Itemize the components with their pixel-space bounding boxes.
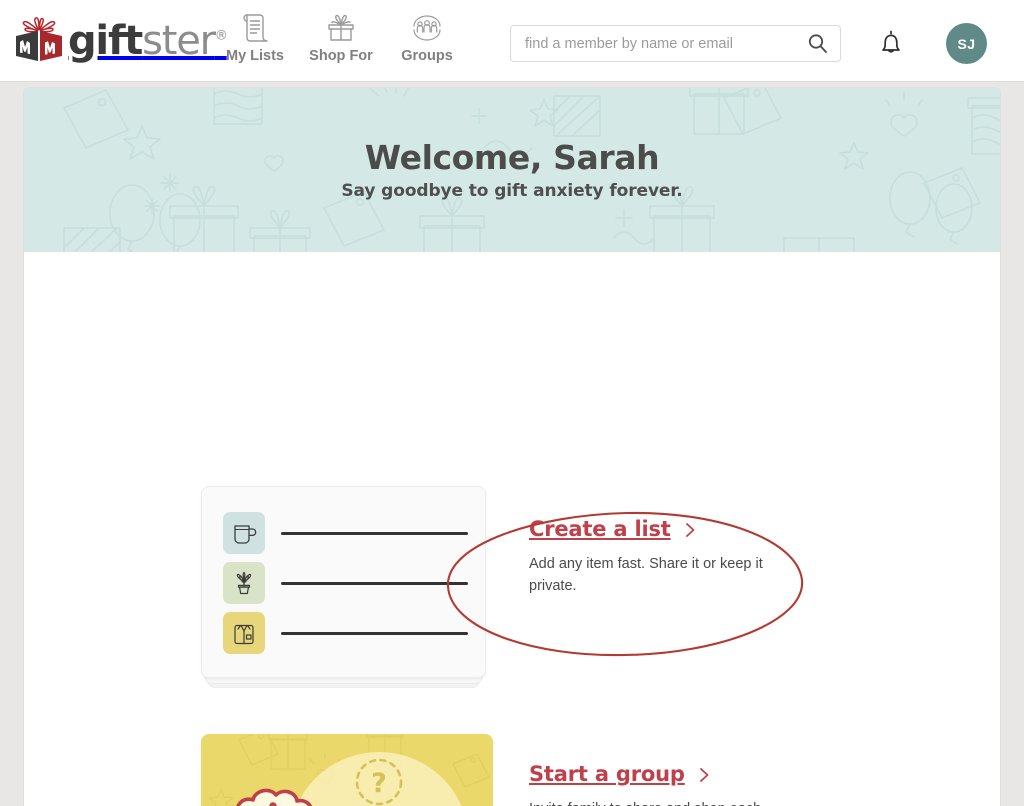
shirt-icon-tile xyxy=(223,612,265,654)
list-line xyxy=(281,631,468,635)
page-panel: Welcome, Sarah Say goodbye to gift anxie… xyxy=(24,88,1000,806)
gift-box-logo-icon xyxy=(16,17,62,62)
group-characters: ? xyxy=(236,752,462,806)
search-input[interactable] xyxy=(511,26,796,61)
list-row xyxy=(223,511,468,555)
create-list-label: Create a list xyxy=(529,517,671,541)
gift-characters-illustration[interactable]: ? xyxy=(201,734,493,806)
search-button[interactable] xyxy=(804,31,832,57)
start-group-description: Invite family to share and shop each oth… xyxy=(529,798,804,806)
chevron-right-icon xyxy=(699,767,709,782)
logo-text-gift: gift xyxy=(68,18,143,64)
people-group-icon xyxy=(384,10,470,44)
start-group-link[interactable]: Start a group xyxy=(529,764,804,785)
brand-logo[interactable]: giftster® xyxy=(12,14,228,68)
notepad-list-illustration[interactable] xyxy=(201,486,486,691)
list-rows xyxy=(201,486,486,678)
mug-icon-tile xyxy=(223,512,265,554)
list-row xyxy=(223,561,468,605)
main-nav: My Lists Shop For Groups xyxy=(212,10,470,64)
logo-text-ster: ster xyxy=(142,18,216,64)
list-line xyxy=(281,581,468,585)
hero-content: Welcome, Sarah Say goodbye to gift anxie… xyxy=(24,88,1000,252)
welcome-hero: Welcome, Sarah Say goodbye to gift anxie… xyxy=(24,88,1000,252)
chevron-right-icon xyxy=(685,522,694,537)
scroll-list-icon xyxy=(212,10,298,44)
potted-plant-icon xyxy=(236,571,252,595)
member-search xyxy=(510,25,841,62)
avatar[interactable]: SJ xyxy=(946,23,987,64)
svg-text:?: ? xyxy=(371,768,387,799)
search-icon xyxy=(808,34,827,53)
hero-subtitle: Say goodbye to gift anxiety forever. xyxy=(341,180,683,201)
list-row xyxy=(223,611,468,655)
nav-label-my-lists: My Lists xyxy=(225,48,284,64)
bell-icon xyxy=(882,30,900,53)
gift-box-icon xyxy=(298,10,384,44)
plant-icon-tile xyxy=(223,562,265,604)
feature-section: Create a list Add any item fast. Share i… xyxy=(24,252,1000,806)
create-list-cta-block: Create a list Add any item fast. Share i… xyxy=(529,519,799,597)
shirt-icon xyxy=(234,624,254,645)
mug-icon xyxy=(234,525,257,544)
nav-item-shop-for[interactable]: Shop For xyxy=(298,10,384,64)
start-group-cta-block: Start a group Invite family to share and… xyxy=(529,764,804,806)
brand-wordmark: giftster® xyxy=(68,18,228,64)
start-group-label: Start a group xyxy=(529,762,685,786)
site-header: giftster® My Lists Shop For Groups find … xyxy=(0,0,1024,82)
start-group-description-plain: Invite family to share and shop each oth… xyxy=(529,801,761,806)
create-list-link[interactable]: Create a list xyxy=(529,519,799,540)
nav-item-my-lists[interactable]: My Lists xyxy=(212,10,298,64)
hero-title: Welcome, Sarah xyxy=(364,137,660,177)
list-line xyxy=(281,531,468,535)
create-list-description: Add any item fast. Share it or keep it p… xyxy=(529,556,763,595)
nav-label-shop-for: Shop For xyxy=(309,48,373,64)
nav-item-groups[interactable]: Groups xyxy=(384,10,470,64)
nav-label-groups: Groups xyxy=(401,48,453,64)
notifications-button[interactable] xyxy=(872,24,910,62)
